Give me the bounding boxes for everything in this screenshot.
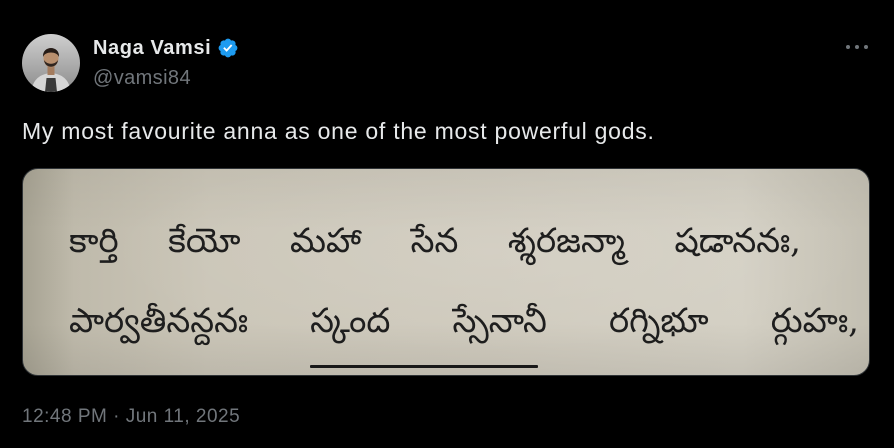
underline-mark <box>310 365 539 368</box>
verse-word: శ్శరజన్మా <box>507 221 625 261</box>
avatar[interactable] <box>22 34 80 92</box>
verse-word-text: స్కంద <box>310 301 391 341</box>
verse-word: షడాననః, <box>674 221 801 261</box>
verse-word: పార్వతీనన్దనః <box>69 301 249 341</box>
more-dot <box>864 45 868 49</box>
tweet-timestamp[interactable]: 12:48 PM · Jun 11, 2025 <box>22 405 240 429</box>
verse-word: మహా <box>290 221 362 261</box>
author-name-row: Naga Vamsi <box>93 35 239 61</box>
tweet-text: My most favourite anna as one of the mos… <box>22 118 655 144</box>
verse-word: స్సేనానీ <box>452 301 547 341</box>
verified-badge-icon <box>218 38 238 58</box>
verse-word: సేన <box>410 221 459 261</box>
verse-word: ర్గుహః, <box>770 301 859 341</box>
verse-line-2: పార్వతీనన్దనః స్కంద స్సేనానీ రగ్నిభూ ర్గ… <box>69 297 859 368</box>
more-icon[interactable] <box>846 36 868 58</box>
tweet-media-image[interactable]: కార్తి కేయో మహా సేన శ్శరజన్మా షడాననః, పా… <box>22 168 870 376</box>
more-dot <box>846 45 850 49</box>
verse-word: కేయో <box>168 221 241 261</box>
more-dot <box>855 45 859 49</box>
verse-word: కార్తి <box>69 221 119 261</box>
underlined-verse-word: స్కంద <box>310 297 539 368</box>
verse-word: రగ్నిభూ <box>608 301 709 341</box>
author-handle[interactable]: @vamsi84 <box>93 66 191 90</box>
avatar-image <box>22 34 80 92</box>
verse-line-1: కార్తి కేయో మహా సేన శ్శరజన్మా షడాననః, <box>69 217 801 265</box>
author-name[interactable]: Naga Vamsi <box>93 35 211 61</box>
